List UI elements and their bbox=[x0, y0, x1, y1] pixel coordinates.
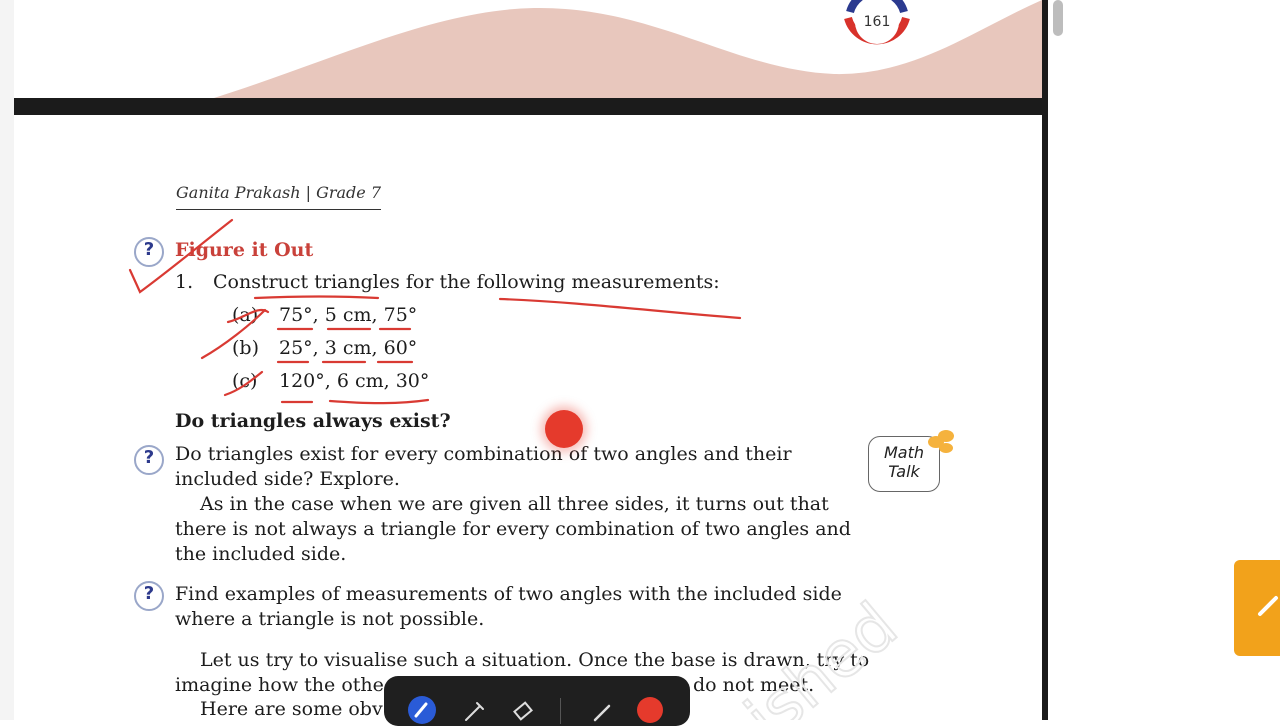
item-value: 75°, 5 cm, 75° bbox=[279, 304, 418, 326]
side-panel-tab[interactable] bbox=[1234, 560, 1280, 656]
question-text: Construct triangles for the following me… bbox=[213, 271, 720, 293]
paragraph-line: the included side. bbox=[175, 543, 347, 565]
page-number-badge: 161 bbox=[844, 0, 910, 54]
running-head: Ganita Prakash | Grade 7 bbox=[176, 180, 382, 210]
item-value: 25°, 3 cm, 60° bbox=[279, 337, 418, 359]
explore-question-line: included side? Explore. bbox=[175, 468, 400, 490]
recording-indicator[interactable] bbox=[545, 410, 583, 448]
annotation-toolbar bbox=[384, 676, 690, 726]
paragraph-line-partial: Here are some obv bbox=[200, 698, 383, 720]
page-divider bbox=[14, 98, 1044, 115]
section-heading: Do triangles always exist? bbox=[175, 410, 451, 432]
item-label: (c) bbox=[232, 370, 258, 392]
viewer-left-edge bbox=[0, 0, 14, 720]
item-value: 120°, 6 cm, 30° bbox=[279, 370, 430, 392]
question-icon: ? bbox=[134, 581, 164, 611]
paragraph-line: As in the case when we are given all thr… bbox=[200, 493, 829, 515]
question-number: 1. bbox=[175, 271, 194, 293]
paragraph-line: there is not always a triangle for every… bbox=[175, 518, 851, 540]
line-icon[interactable] bbox=[588, 698, 616, 726]
watermark: ished bbox=[731, 588, 910, 720]
item-label: (a) bbox=[232, 304, 259, 326]
figure-it-out-title: Figure it Out bbox=[175, 239, 314, 261]
eraser-icon[interactable] bbox=[510, 698, 538, 726]
math-talk-line: Talk bbox=[888, 462, 920, 481]
previous-page-bottom: 161 bbox=[14, 0, 1042, 98]
page-number: 161 bbox=[863, 14, 891, 30]
scrollbar-thumb[interactable] bbox=[1053, 0, 1063, 36]
find-question-line: where a triangle is not possible. bbox=[175, 608, 485, 630]
pen-icon bbox=[1258, 596, 1278, 616]
explore-question-line: Do triangles exist for every combination… bbox=[175, 443, 792, 465]
svg-text:ished: ished bbox=[732, 589, 910, 720]
question-icon: ? bbox=[134, 445, 164, 475]
paragraph-line-partial: imagine how the othe bbox=[175, 674, 384, 696]
speech-bubbles-icon bbox=[928, 430, 954, 453]
item-label: (b) bbox=[232, 337, 259, 359]
question-icon: ? bbox=[134, 237, 164, 267]
pencil-icon[interactable] bbox=[460, 698, 488, 726]
scrollbar-track[interactable] bbox=[1048, 0, 1068, 720]
toolbar-separator bbox=[560, 698, 561, 724]
